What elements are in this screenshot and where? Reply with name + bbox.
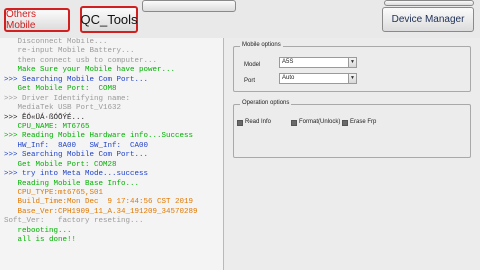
qc-tools-button[interactable]: QC_Tools <box>80 6 138 33</box>
read-info-checkbox[interactable] <box>237 120 243 126</box>
log-line: Build_Time:Mon Dec 9 17:44:56 CST 2019 <box>4 198 194 207</box>
log-line: Base_Ver:CPH1909_11_A.34_191209_34570289 <box>4 207 198 216</box>
read-info-label: Read Info <box>245 119 272 125</box>
log-line: >>> ÊÓ«ÜÁ·ßÓÕÝÉ... <box>4 113 86 122</box>
model-label: Model <box>244 62 261 68</box>
log-line: MediaTek USB Port_V1632 <box>4 104 122 113</box>
operation-options-group: Operation options Read Info Format(Unloc… <box>233 100 471 158</box>
port-select[interactable]: Auto ▼ <box>279 73 357 84</box>
log-line: all is done!! <box>4 236 77 245</box>
log-line: CPU_NAME: MT6765 <box>4 122 90 131</box>
mobile-options-title: Mobile options <box>240 42 283 48</box>
log-line: Reading Mobile Base Info... <box>4 179 140 188</box>
log-line: >>> Searching Mobile Com Port... <box>4 151 149 160</box>
format-unlock-checkbox[interactable] <box>291 120 297 126</box>
log-line: Disconnect Mobile... <box>4 38 108 46</box>
log-line: Get Mobile Port: COM8 <box>4 85 117 94</box>
log-line: Soft_Ver: factory reseting... <box>4 217 144 226</box>
port-value: Auto <box>282 75 295 81</box>
port-label: Port <box>244 78 256 84</box>
chevron-down-icon[interactable]: ▼ <box>348 58 356 67</box>
log-line: CPU_TYPE:mt6765,S01 <box>4 189 104 197</box>
others-mobile-button[interactable]: Others Mobile <box>4 8 70 32</box>
log-output[interactable]: Disconnect Mobile... re-input Mobile Bat… <box>0 38 224 270</box>
log-line: >>> Reading Mobile Hardware info...Succe… <box>4 132 194 141</box>
log-line: re-input Mobile Battery... <box>4 47 135 56</box>
log-line: Get Mobile Port: COM28 <box>4 160 117 169</box>
erase-frp-checkbox[interactable] <box>342 120 348 126</box>
device-manager-button[interactable]: Device Manager <box>382 7 474 32</box>
toolbar: Others Mobile QC_Tools Device Manager <box>0 0 480 33</box>
log-line: >>> Driver Identifying name: <box>4 94 131 103</box>
model-value: A5S <box>282 59 294 65</box>
options-panel: Mobile options Model A5S ▼ Port Auto ▼ O… <box>224 38 480 270</box>
log-line: rebooting... <box>4 226 72 235</box>
model-select[interactable]: A5S ▼ <box>279 57 357 68</box>
log-line: HW_Inf: 8A00 SW_Inf: CA00 <box>4 141 149 150</box>
tab-button[interactable] <box>142 0 236 12</box>
log-line: Make Sure your Mobile have power... <box>4 66 176 75</box>
tab-button[interactable] <box>384 0 474 6</box>
mobile-options-group: Mobile options Model A5S ▼ Port Auto ▼ <box>233 42 471 92</box>
log-line: >>> Searching Mobile Com Port... <box>4 75 149 84</box>
log-line: >>> try into Meta Mode...success <box>4 170 149 179</box>
operation-options-title: Operation options <box>240 100 292 106</box>
format-unlock-label: Format(Unlock) <box>299 119 341 125</box>
log-line: then connect usb to computer... <box>4 56 158 65</box>
erase-frp-label: Erase Frp <box>350 119 377 125</box>
chevron-down-icon[interactable]: ▼ <box>348 74 356 83</box>
